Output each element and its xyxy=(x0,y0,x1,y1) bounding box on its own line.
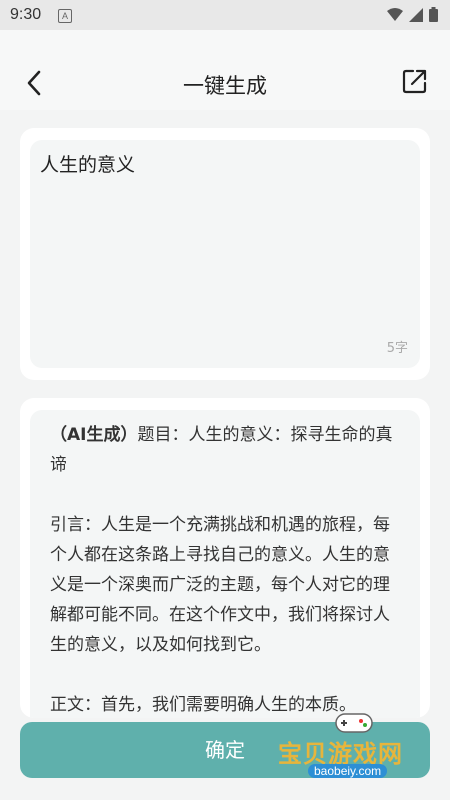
result-scroll-area[interactable]: （AI生成）题目：人生的意义：探寻生命的真谛 引言：人生是一个充满挑战和机遇的旅… xyxy=(30,410,420,718)
notification-icon: A xyxy=(58,9,72,23)
status-time: 9:30 xyxy=(10,6,42,23)
watermark-logo: 宝贝游戏网 baobeiy.com xyxy=(278,708,428,788)
gamepad-icon xyxy=(335,713,373,733)
signal-icon xyxy=(409,7,423,22)
battery-icon xyxy=(429,7,438,22)
watermark-url: baobeiy.com xyxy=(308,764,388,778)
wifi-icon xyxy=(387,7,403,21)
input-card: 人生的意义 5字 xyxy=(20,128,430,380)
topic-input-text: 人生的意义 xyxy=(40,154,136,176)
page-title: 一键生成 xyxy=(183,74,267,98)
essay-title-paragraph: （AI生成）题目：人生的意义：探寻生命的真谛 xyxy=(50,420,400,480)
ai-generated-tag: （AI生成） xyxy=(50,425,138,445)
generated-essay: （AI生成）题目：人生的意义：探寻生命的真谛 引言：人生是一个充满挑战和机遇的旅… xyxy=(50,420,400,718)
share-export-icon[interactable] xyxy=(402,68,428,94)
app-bar: 一键生成 xyxy=(0,30,450,110)
status-icons xyxy=(387,7,438,22)
status-bar: 9:30 A xyxy=(0,0,450,30)
char-count: 5字 xyxy=(386,341,408,356)
result-card: （AI生成）题目：人生的意义：探寻生命的真谛 引言：人生是一个充满挑战和机遇的旅… xyxy=(20,398,430,718)
essay-intro-paragraph: 引言：人生是一个充满挑战和机遇的旅程，每个人都在这条路上寻找自己的意义。人生的意… xyxy=(50,515,390,655)
topic-input[interactable]: 人生的意义 5字 xyxy=(30,140,420,368)
